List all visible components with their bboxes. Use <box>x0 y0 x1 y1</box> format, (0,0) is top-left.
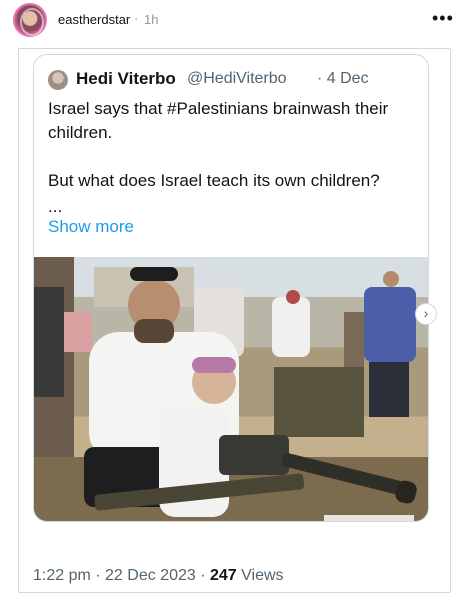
more-horizontal-icon[interactable]: ••• <box>432 8 454 29</box>
footer-date[interactable]: 22 Dec 2023 <box>105 567 196 584</box>
quoted-handle[interactable]: @HediViterbo <box>187 70 287 88</box>
separator-dot: · <box>134 11 139 26</box>
photo-illustration <box>34 257 428 521</box>
quoted-name[interactable]: Hedi Viterbo <box>76 69 176 89</box>
footer-separator: · <box>195 567 210 584</box>
quoted-date[interactable]: · 4 Dec <box>317 70 369 88</box>
username[interactable]: eastherdstar <box>58 12 130 27</box>
quoted-text: Israel says that #Palestinians brainwash… <box>48 97 418 215</box>
quoted-text-line: Israel says that #Palestinians brainwash… <box>48 99 389 142</box>
footer-time[interactable]: 1:22 pm <box>33 567 91 584</box>
tweet-photo[interactable] <box>34 257 428 521</box>
post-footer: 1:22 pm · 22 Dec 2023 · 247 Views <box>33 567 284 585</box>
quoted-text-line: But what does Israel teach its own child… <box>48 171 380 190</box>
quoted-tweet[interactable]: Hedi Viterbo @HediViterbo · 4 Dec Israel… <box>33 54 429 522</box>
post-header: eastherdstar · 1h ••• <box>0 0 462 40</box>
views-count[interactable]: 247 <box>210 567 237 584</box>
post-card: Hedi Viterbo @HediViterbo · 4 Dec Israel… <box>18 48 451 593</box>
views-label: Views <box>236 567 284 584</box>
footer-separator: · <box>90 567 106 584</box>
avatar[interactable] <box>13 3 47 37</box>
chevron-right-icon[interactable]: › <box>415 303 437 325</box>
post-time[interactable]: 1h <box>144 12 158 27</box>
ellipsis: ... <box>48 197 63 216</box>
show-more-link[interactable]: Show more <box>48 217 134 237</box>
quoted-avatar[interactable] <box>48 70 68 90</box>
